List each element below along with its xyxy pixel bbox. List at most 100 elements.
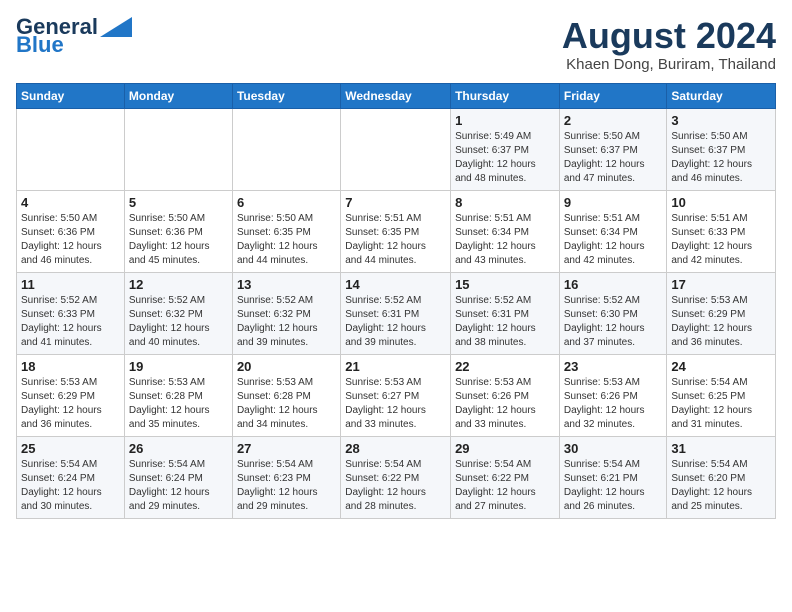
week-row-4: 18 Sunrise: 5:53 AM Sunset: 6:29 PM Dayli… xyxy=(17,354,776,436)
day-info: Sunrise: 5:53 AM Sunset: 6:29 PM Dayligh… xyxy=(21,376,120,432)
day-number: 13 xyxy=(237,277,336,292)
day-number: 19 xyxy=(129,359,228,374)
day-number: 7 xyxy=(345,195,446,210)
day-info: Sunrise: 5:54 AM Sunset: 6:23 PM Dayligh… xyxy=(237,458,336,514)
table-cell xyxy=(124,108,232,190)
month-year: August 2024 xyxy=(562,16,776,56)
day-number: 20 xyxy=(237,359,336,374)
day-info: Sunrise: 5:53 AM Sunset: 6:28 PM Dayligh… xyxy=(129,376,228,432)
location: Khaen Dong, Buriram, Thailand xyxy=(562,56,776,73)
calendar-table: Sunday Monday Tuesday Wednesday Thursday… xyxy=(16,83,776,519)
day-info: Sunrise: 5:53 AM Sunset: 6:29 PM Dayligh… xyxy=(671,294,771,350)
day-info: Sunrise: 5:52 AM Sunset: 6:33 PM Dayligh… xyxy=(21,294,120,350)
day-number: 24 xyxy=(671,359,771,374)
table-cell: 20 Sunrise: 5:53 AM Sunset: 6:28 PM Dayli… xyxy=(232,354,340,436)
logo-icon xyxy=(100,17,132,37)
day-number: 6 xyxy=(237,195,336,210)
day-info: Sunrise: 5:49 AM Sunset: 6:37 PM Dayligh… xyxy=(455,130,555,186)
day-number: 2 xyxy=(564,113,663,128)
table-cell: 19 Sunrise: 5:53 AM Sunset: 6:28 PM Dayli… xyxy=(124,354,232,436)
day-info: Sunrise: 5:53 AM Sunset: 6:28 PM Dayligh… xyxy=(237,376,336,432)
table-cell: 25 Sunrise: 5:54 AM Sunset: 6:24 PM Dayli… xyxy=(17,436,125,518)
table-cell: 21 Sunrise: 5:53 AM Sunset: 6:27 PM Dayli… xyxy=(341,354,451,436)
table-cell: 18 Sunrise: 5:53 AM Sunset: 6:29 PM Dayli… xyxy=(17,354,125,436)
table-cell: 26 Sunrise: 5:54 AM Sunset: 6:24 PM Dayli… xyxy=(124,436,232,518)
table-cell: 2 Sunrise: 5:50 AM Sunset: 6:37 PM Daylig… xyxy=(559,108,667,190)
table-cell: 8Sunrise: 5:51 AM Sunset: 6:34 PM Daylig… xyxy=(451,190,560,272)
table-cell: 11 Sunrise: 5:52 AM Sunset: 6:33 PM Dayli… xyxy=(17,272,125,354)
col-friday: Friday xyxy=(559,83,667,108)
calendar-body: 1Sunrise: 5:49 AM Sunset: 6:37 PM Daylig… xyxy=(17,108,776,518)
table-cell: 27 Sunrise: 5:54 AM Sunset: 6:23 PM Dayli… xyxy=(232,436,340,518)
day-number: 15 xyxy=(455,277,555,292)
col-sunday: Sunday xyxy=(17,83,125,108)
day-info: Sunrise: 5:53 AM Sunset: 6:27 PM Dayligh… xyxy=(345,376,446,432)
table-cell xyxy=(341,108,451,190)
table-cell: 16Sunrise: 5:52 AM Sunset: 6:30 PM Dayli… xyxy=(559,272,667,354)
col-wednesday: Wednesday xyxy=(341,83,451,108)
day-number: 18 xyxy=(21,359,120,374)
day-number: 26 xyxy=(129,441,228,456)
day-number: 4 xyxy=(21,195,120,210)
day-info: Sunrise: 5:52 AM Sunset: 6:30 PM Dayligh… xyxy=(564,294,663,350)
day-number: 3 xyxy=(671,113,771,128)
table-cell: 13Sunrise: 5:52 AM Sunset: 6:32 PM Dayli… xyxy=(232,272,340,354)
col-thursday: Thursday xyxy=(451,83,560,108)
table-cell: 10Sunrise: 5:51 AM Sunset: 6:33 PM Dayli… xyxy=(667,190,776,272)
logo-blue: Blue xyxy=(16,34,64,56)
day-info: Sunrise: 5:54 AM Sunset: 6:25 PM Dayligh… xyxy=(671,376,771,432)
day-number: 12 xyxy=(129,277,228,292)
table-cell: 6 Sunrise: 5:50 AM Sunset: 6:35 PM Daylig… xyxy=(232,190,340,272)
day-number: 31 xyxy=(671,441,771,456)
day-info: Sunrise: 5:52 AM Sunset: 6:31 PM Dayligh… xyxy=(345,294,446,350)
day-info: Sunrise: 5:51 AM Sunset: 6:34 PM Dayligh… xyxy=(455,212,555,268)
table-cell: 3 Sunrise: 5:50 AM Sunset: 6:37 PM Daylig… xyxy=(667,108,776,190)
day-info: Sunrise: 5:50 AM Sunset: 6:37 PM Dayligh… xyxy=(564,130,663,186)
day-number: 22 xyxy=(455,359,555,374)
day-info: Sunrise: 5:52 AM Sunset: 6:32 PM Dayligh… xyxy=(129,294,228,350)
day-info: Sunrise: 5:54 AM Sunset: 6:21 PM Dayligh… xyxy=(564,458,663,514)
table-cell: 15Sunrise: 5:52 AM Sunset: 6:31 PM Dayli… xyxy=(451,272,560,354)
table-cell: 17 Sunrise: 5:53 AM Sunset: 6:29 PM Dayli… xyxy=(667,272,776,354)
col-saturday: Saturday xyxy=(667,83,776,108)
table-cell: 24 Sunrise: 5:54 AM Sunset: 6:25 PM Dayli… xyxy=(667,354,776,436)
day-number: 21 xyxy=(345,359,446,374)
table-cell: 31 Sunrise: 5:54 AM Sunset: 6:20 PM Dayli… xyxy=(667,436,776,518)
day-number: 23 xyxy=(564,359,663,374)
day-info: Sunrise: 5:54 AM Sunset: 6:20 PM Dayligh… xyxy=(671,458,771,514)
logo: General Blue xyxy=(16,16,132,56)
day-info: Sunrise: 5:54 AM Sunset: 6:22 PM Dayligh… xyxy=(455,458,555,514)
table-cell: 28Sunrise: 5:54 AM Sunset: 6:22 PM Dayli… xyxy=(341,436,451,518)
day-info: Sunrise: 5:51 AM Sunset: 6:33 PM Dayligh… xyxy=(671,212,771,268)
day-number: 5 xyxy=(129,195,228,210)
day-number: 17 xyxy=(671,277,771,292)
day-info: Sunrise: 5:54 AM Sunset: 6:24 PM Dayligh… xyxy=(21,458,120,514)
day-info: Sunrise: 5:51 AM Sunset: 6:34 PM Dayligh… xyxy=(564,212,663,268)
table-cell: 23 Sunrise: 5:53 AM Sunset: 6:26 PM Dayli… xyxy=(559,354,667,436)
day-info: Sunrise: 5:50 AM Sunset: 6:37 PM Dayligh… xyxy=(671,130,771,186)
table-cell: 30 Sunrise: 5:54 AM Sunset: 6:21 PM Dayli… xyxy=(559,436,667,518)
week-row-1: 1Sunrise: 5:49 AM Sunset: 6:37 PM Daylig… xyxy=(17,108,776,190)
day-number: 30 xyxy=(564,441,663,456)
col-tuesday: Tuesday xyxy=(232,83,340,108)
week-row-5: 25 Sunrise: 5:54 AM Sunset: 6:24 PM Dayli… xyxy=(17,436,776,518)
day-number: 28 xyxy=(345,441,446,456)
table-cell: 22Sunrise: 5:53 AM Sunset: 6:26 PM Dayli… xyxy=(451,354,560,436)
day-info: Sunrise: 5:53 AM Sunset: 6:26 PM Dayligh… xyxy=(564,376,663,432)
header-row: Sunday Monday Tuesday Wednesday Thursday… xyxy=(17,83,776,108)
day-info: Sunrise: 5:50 AM Sunset: 6:36 PM Dayligh… xyxy=(21,212,120,268)
table-cell: 29 Sunrise: 5:54 AM Sunset: 6:22 PM Dayli… xyxy=(451,436,560,518)
day-info: Sunrise: 5:50 AM Sunset: 6:35 PM Dayligh… xyxy=(237,212,336,268)
table-cell: 7Sunrise: 5:51 AM Sunset: 6:35 PM Daylig… xyxy=(341,190,451,272)
day-number: 11 xyxy=(21,277,120,292)
day-number: 25 xyxy=(21,441,120,456)
calendar-header: Sunday Monday Tuesday Wednesday Thursday… xyxy=(17,83,776,108)
table-cell xyxy=(232,108,340,190)
day-number: 27 xyxy=(237,441,336,456)
day-number: 9 xyxy=(564,195,663,210)
page-header: General Blue August 2024 Khaen Dong, Bur… xyxy=(16,16,776,73)
week-row-2: 4 Sunrise: 5:50 AM Sunset: 6:36 PM Daylig… xyxy=(17,190,776,272)
day-info: Sunrise: 5:54 AM Sunset: 6:24 PM Dayligh… xyxy=(129,458,228,514)
day-number: 29 xyxy=(455,441,555,456)
table-cell: 9 Sunrise: 5:51 AM Sunset: 6:34 PM Daylig… xyxy=(559,190,667,272)
